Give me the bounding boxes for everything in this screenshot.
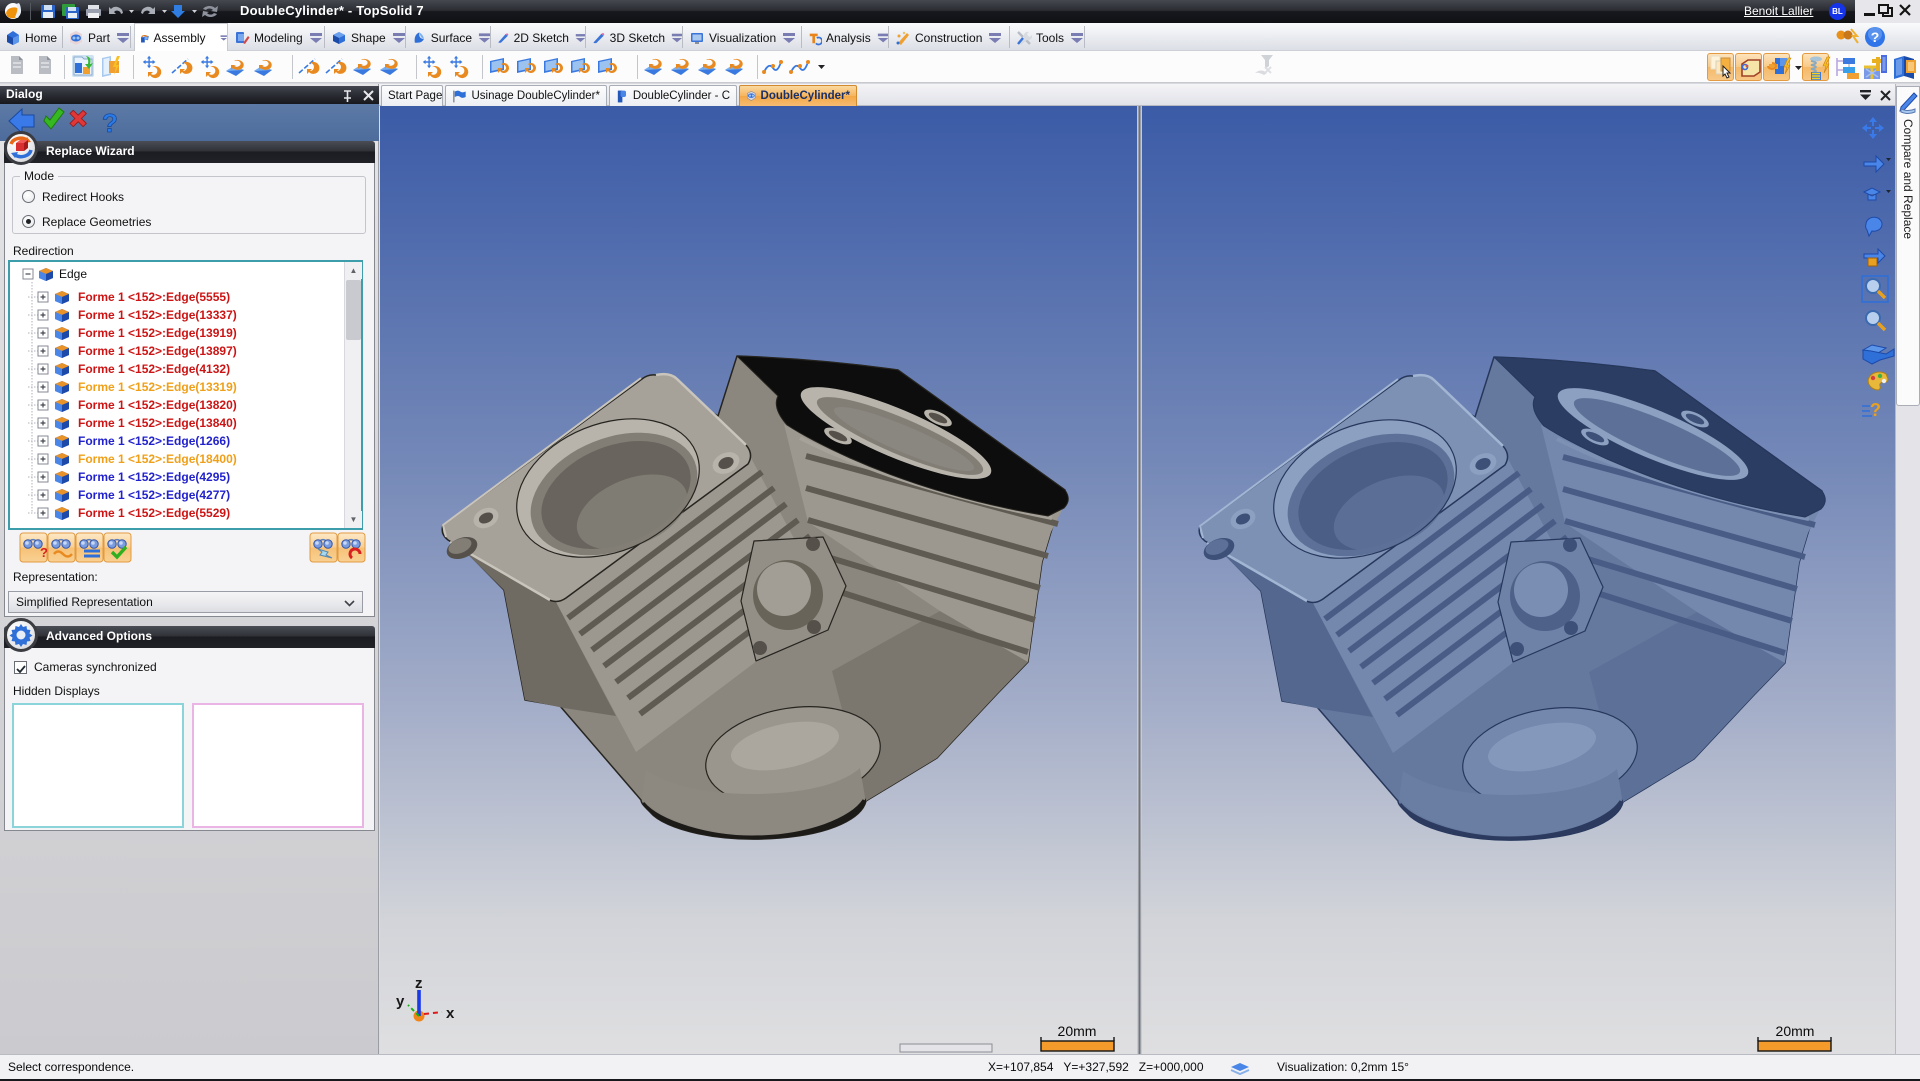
svg-text:?: ? [1871, 29, 1880, 45]
svg-text:?: ? [102, 108, 118, 137]
svg-text:x: x [446, 1005, 455, 1022]
svg-text:z: z [415, 975, 423, 992]
svg-text:?: ? [1870, 400, 1881, 420]
svg-text:20mm: 20mm [1058, 1023, 1097, 1039]
svg-text:y: y [396, 993, 405, 1010]
svg-text:?: ? [40, 545, 48, 560]
svg-text:20mm: 20mm [1776, 1023, 1815, 1039]
